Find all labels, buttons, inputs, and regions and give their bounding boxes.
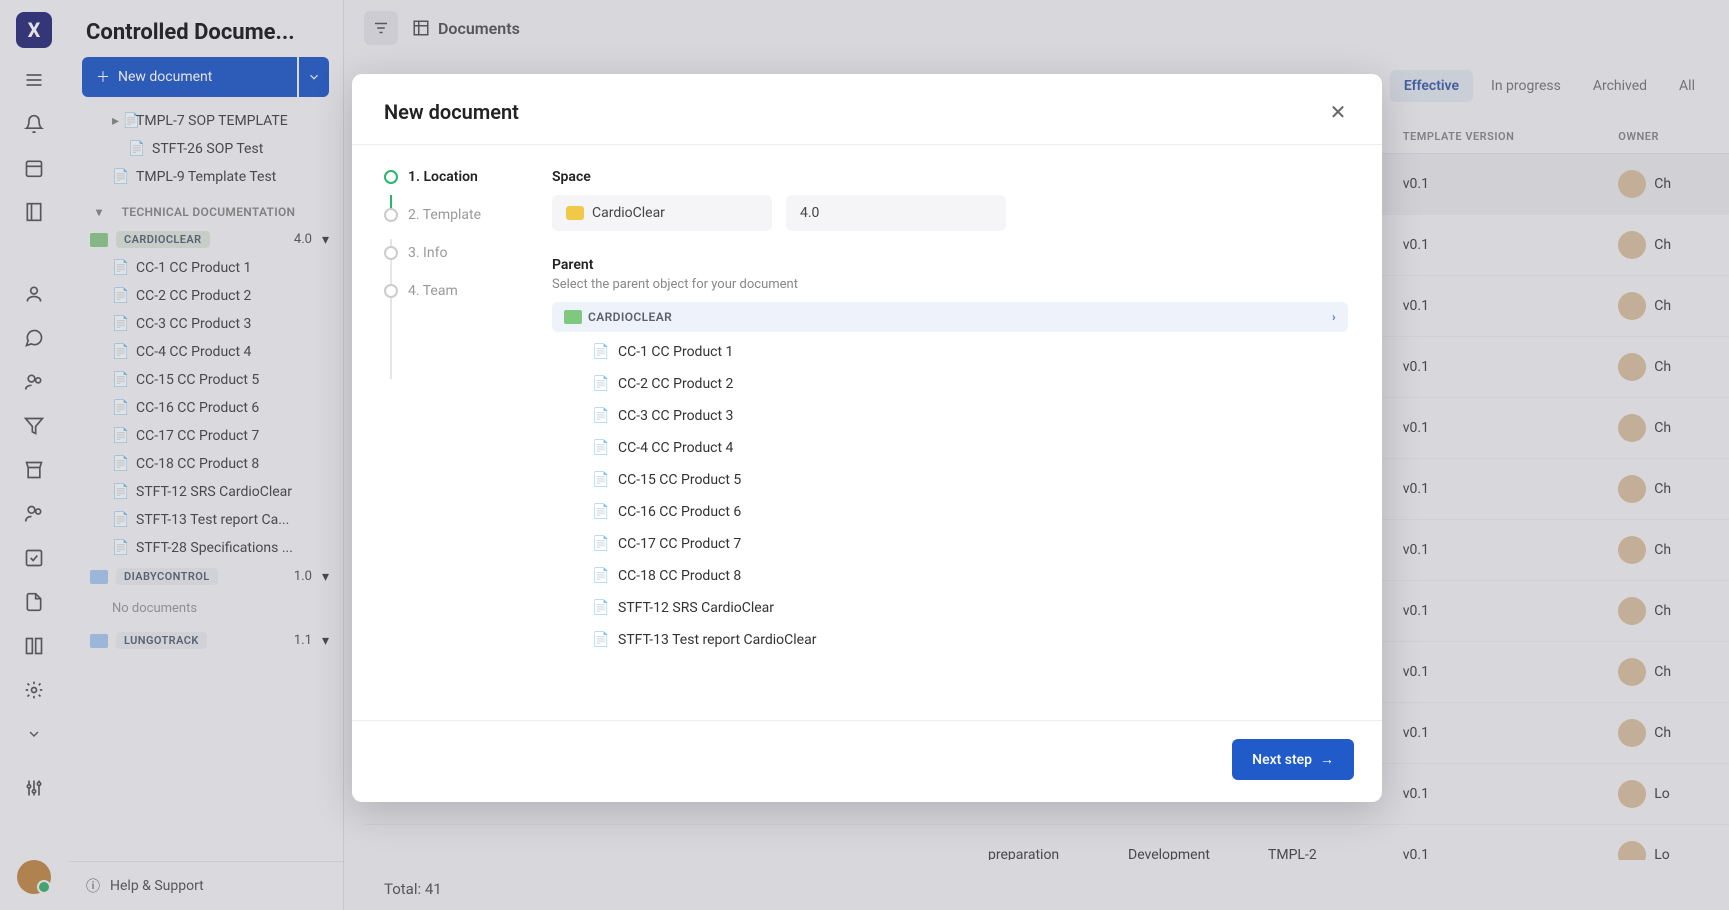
parent-item[interactable]: 📄 CC-18 CC Product 8 <box>552 560 1348 592</box>
chevron-right-icon: › <box>1332 310 1336 324</box>
modal-form: Space CardioClear 4.0 Parent Select the … <box>552 145 1382 720</box>
parent-item[interactable]: 📄 CC-4 CC Product 4 <box>552 432 1348 464</box>
parent-item[interactable]: 📄 CC-15 CC Product 5 <box>552 464 1348 496</box>
doc-icon: 📄 <box>592 600 608 616</box>
parent-item[interactable]: 📄 CC-17 CC Product 7 <box>552 528 1348 560</box>
parent-item-label: CC-18 CC Product 8 <box>618 568 741 584</box>
space-value: CardioClear <box>592 205 665 221</box>
parent-item-label: CC-4 CC Product 4 <box>618 440 733 456</box>
step-label: 1. Location <box>408 169 478 185</box>
doc-icon: 📄 <box>592 408 608 424</box>
wizard-steps: 1. Location 2. Template 3. Info 4. Team <box>352 145 552 720</box>
parent-item-label: CC-16 CC Product 6 <box>618 504 741 520</box>
parent-root-label: CARDIOCLEAR <box>588 310 672 324</box>
step-dot-icon <box>384 170 398 184</box>
doc-icon: 📄 <box>592 376 608 392</box>
parent-item[interactable]: 📄 CC-3 CC Product 3 <box>552 400 1348 432</box>
step-label: 3. Info <box>408 245 447 261</box>
step-label: 4. Team <box>408 283 458 299</box>
step-location[interactable]: 1. Location <box>384 169 542 185</box>
parent-item-label: STFT-13 Test report CardioClear <box>618 632 816 648</box>
modal-title: New document <box>384 100 519 124</box>
parent-item[interactable]: 📄 STFT-13 Test report CardioClear <box>552 624 1348 656</box>
step-dot-icon <box>384 246 398 260</box>
version-select[interactable]: 4.0 <box>786 195 1006 231</box>
doc-icon: 📄 <box>592 440 608 456</box>
folder-icon <box>564 310 582 324</box>
doc-icon: 📄 <box>592 568 608 584</box>
doc-icon: 📄 <box>592 632 608 648</box>
parent-item[interactable]: 📄 CC-2 CC Product 2 <box>552 368 1348 400</box>
doc-icon: 📄 <box>592 504 608 520</box>
doc-icon: 📄 <box>592 536 608 552</box>
space-icon <box>566 206 584 220</box>
parent-item-label: CC-15 CC Product 5 <box>618 472 741 488</box>
next-step-button[interactable]: Next step → <box>1232 739 1354 780</box>
step-dot-icon <box>384 284 398 298</box>
doc-icon: 📄 <box>592 472 608 488</box>
parent-item-label: CC-3 CC Product 3 <box>618 408 733 424</box>
step-dot-icon <box>384 208 398 222</box>
parent-root[interactable]: CARDIOCLEAR › <box>552 302 1348 332</box>
step-team[interactable]: 4. Team <box>384 283 542 299</box>
arrow-right-icon: → <box>1320 751 1334 768</box>
parent-hint: Select the parent object for your docume… <box>552 277 1348 292</box>
parent-item-label: CC-1 CC Product 1 <box>618 344 733 360</box>
space-select[interactable]: CardioClear <box>552 195 772 231</box>
parent-item[interactable]: 📄 CC-1 CC Product 1 <box>552 336 1348 368</box>
step-info[interactable]: 3. Info <box>384 245 542 261</box>
doc-icon: 📄 <box>592 344 608 360</box>
parent-label: Parent <box>552 257 1348 273</box>
parent-tree: CARDIOCLEAR › 📄 CC-1 CC Product 1 📄 CC-2 CC… <box>552 302 1348 656</box>
step-template[interactable]: 2. Template <box>384 207 542 223</box>
step-label: 2. Template <box>408 207 481 223</box>
parent-item-label: CC-2 CC Product 2 <box>618 376 733 392</box>
next-label: Next step <box>1252 752 1312 768</box>
new-document-modal: New document ✕ 1. Location 2. Template 3… <box>352 74 1382 802</box>
parent-item-label: CC-17 CC Product 7 <box>618 536 741 552</box>
close-icon[interactable]: ✕ <box>1326 100 1350 124</box>
parent-item[interactable]: 📄 STFT-12 SRS CardioClear <box>552 592 1348 624</box>
parent-item[interactable]: 📄 CC-16 CC Product 6 <box>552 496 1348 528</box>
parent-item-label: STFT-12 SRS CardioClear <box>618 600 774 616</box>
space-label: Space <box>552 169 1348 185</box>
version-value: 4.0 <box>800 205 819 221</box>
